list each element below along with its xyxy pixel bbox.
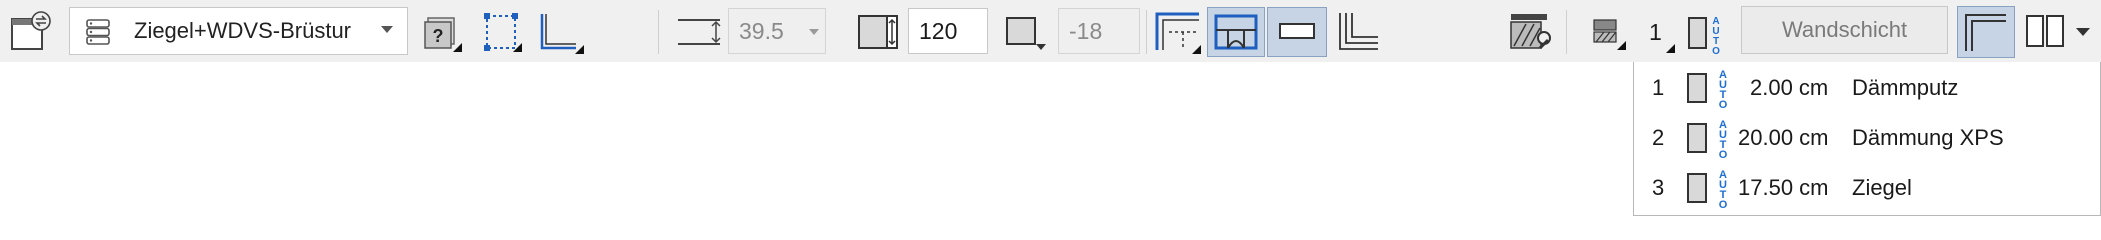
hatch-icon[interactable] [1590,14,1626,54]
layer-thickness: 2.00 cm [1750,75,1829,100]
help-missing-icon[interactable]: ? [422,12,466,56]
list-item[interactable]: 3 A U T O 17.50 cm Ziegel [1634,164,2101,212]
height-icon [676,12,724,52]
svg-text:?: ? [433,26,444,46]
auto-icon: A U T O [1719,69,1728,108]
thickness-icon [856,12,900,52]
svg-text:O: O [1712,46,1720,56]
separator [658,10,659,54]
double-frame-icon[interactable] [1957,6,2015,58]
split-panel-icon[interactable] [2024,10,2068,54]
rect-frame-icon[interactable] [1267,7,1327,57]
composite-select[interactable]: Ziegel+WDVS-Brüstur [69,7,408,55]
border-dashed-icon[interactable] [1153,10,1203,56]
layer-index: 1 [1652,75,1665,100]
layer-icon[interactable]: A U T O [1686,12,1728,56]
layer-index: 2 [1652,125,1665,150]
chevron-down-icon [809,29,819,35]
selection-frame-icon[interactable] [480,10,524,54]
corner-tool-icon[interactable] [536,10,586,54]
layer-swatch-icon [1687,123,1707,153]
offset-value: -18 [1069,18,1103,44]
offset-field[interactable]: -18 [1058,8,1140,54]
layer-index: 3 [1652,175,1665,200]
auto-icon: A U T O [1719,169,1728,208]
layer-number: 1 [1649,19,1662,45]
layer-swatch-icon [1687,173,1707,203]
chevron-down-icon[interactable] [2076,28,2090,36]
thickness-value: 120 [919,18,958,44]
svg-text:O: O [1719,99,1728,108]
height-field[interactable]: 39.5 [728,8,826,54]
thickness-field[interactable]: 120 [908,8,988,54]
separator [1146,10,1147,54]
arch-frame-icon[interactable] [1207,7,1265,57]
layer-swatch-icon [1687,73,1707,103]
layer-name: Ziegel [1852,175,1912,200]
list-item[interactable]: 1 A U T O 2.00 cm Dämmputz [1634,64,2101,112]
svg-text:O: O [1719,199,1728,208]
layer-name: Dämmung XPS [1852,125,2004,150]
corner-lines-icon[interactable] [1334,9,1382,55]
composite-name: Ziegel+WDVS-Brüstur [134,18,352,43]
composite-stack-icon [84,18,112,51]
layer-thickness: 20.00 cm [1738,125,1829,150]
layer-dropdown: 1 A U T O 2.00 cm Dämmputz 2 A U T O 20.… [1633,62,2101,216]
window-settings-icon[interactable] [8,9,52,53]
layer-thickness: 17.50 cm [1738,175,1829,200]
layer-name-button[interactable]: Wandschicht [1741,6,1948,54]
height-value: 39.5 [739,18,784,44]
auto-icon: A U T O [1719,119,1728,158]
separator [1566,10,1567,54]
toolbar: Ziegel+WDVS-Brüstur ? 39.5 120 -18 1 A U… [0,0,2101,62]
offset-icon[interactable] [1004,12,1048,56]
layer-name: Dämmputz [1852,75,1959,100]
list-item[interactable]: 2 A U T O 20.00 cm Dämmung XPS [1634,114,2101,162]
hatch-settings-icon[interactable] [1508,8,1552,54]
svg-text:O: O [1719,149,1728,158]
chevron-down-icon [381,26,393,33]
